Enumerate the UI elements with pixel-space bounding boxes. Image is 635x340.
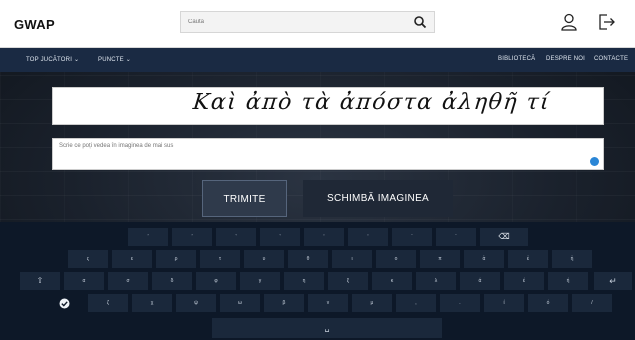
logout-icon[interactable] xyxy=(595,11,617,33)
key[interactable]: / xyxy=(572,294,612,312)
captcha-text: Καὶ ἀπὸ τὰ ἀπόστα ἀληθῆ τί xyxy=(191,90,552,115)
search-input[interactable] xyxy=(181,12,406,32)
nav-library[interactable]: BIBLIOTECĂ xyxy=(498,56,535,62)
key[interactable]: κ xyxy=(372,272,412,290)
nav-contacts[interactable]: CONTACTE xyxy=(594,56,628,62)
captcha-image: Καὶ ἀπὸ τὰ ἀπόστα ἀληθῆ τί xyxy=(52,87,604,125)
answer-box xyxy=(52,138,604,170)
site-logo[interactable]: GWAP xyxy=(14,17,55,32)
key[interactable]: έ xyxy=(504,272,544,290)
key[interactable]: β xyxy=(264,294,304,312)
key[interactable]: ε xyxy=(112,250,152,268)
shift-key[interactable]: ⇧ xyxy=(20,272,60,290)
key[interactable]: θ xyxy=(288,250,328,268)
key[interactable]: ο xyxy=(376,250,416,268)
site-header: GWAP xyxy=(0,0,635,48)
key[interactable]: υ xyxy=(244,250,284,268)
nav-about[interactable]: DESPRE NOI xyxy=(546,56,585,62)
key[interactable]: ᾿ xyxy=(392,228,432,246)
assistant-key[interactable] xyxy=(44,294,84,312)
submit-button[interactable]: TRIMITE xyxy=(202,180,287,217)
key[interactable]: ό xyxy=(528,294,568,312)
key[interactable]: , xyxy=(396,294,436,312)
key[interactable]: ʽ xyxy=(216,228,256,246)
user-icon[interactable] xyxy=(558,11,580,33)
key[interactable]: π xyxy=(420,250,460,268)
answer-input[interactable] xyxy=(53,139,588,169)
key[interactable]: ω xyxy=(220,294,260,312)
key[interactable]: ἠ xyxy=(552,250,592,268)
key[interactable]: ρ xyxy=(156,250,196,268)
backspace-key[interactable]: ⌫ xyxy=(480,228,528,246)
key[interactable]: γ xyxy=(240,272,280,290)
change-image-button[interactable]: SCHIMBĂ IMAGINEA xyxy=(303,180,453,217)
key[interactable]: δ xyxy=(152,272,192,290)
space-key[interactable]: ␣ xyxy=(212,318,442,338)
key[interactable]: ά xyxy=(460,272,500,290)
search-bar xyxy=(180,11,435,33)
key[interactable]: σ xyxy=(108,272,148,290)
key[interactable]: μ xyxy=(352,294,392,312)
assistant-badge-icon xyxy=(590,157,599,166)
enter-key[interactable]: ↵ xyxy=(594,272,632,290)
key[interactable]: ν xyxy=(308,294,348,312)
key[interactable]: ι xyxy=(332,250,372,268)
check-circle-icon xyxy=(59,298,69,308)
key[interactable]: ἐ xyxy=(508,250,548,268)
key[interactable]: ʹ xyxy=(348,228,388,246)
key[interactable]: ʼ xyxy=(172,228,212,246)
key[interactable]: α xyxy=(64,272,104,290)
key[interactable]: ζ xyxy=(88,294,128,312)
key[interactable]: ή xyxy=(548,272,588,290)
main-nav: TOP JUCĂTORI ⌄ PUNCTE ⌄ BIBLIOTECĂ DESPR… xyxy=(0,48,635,72)
nav-top-players[interactable]: TOP JUCĂTORI ⌄ xyxy=(26,56,79,63)
key[interactable]: ψ xyxy=(176,294,216,312)
key[interactable]: ʽ xyxy=(260,228,300,246)
key[interactable]: ʹ xyxy=(304,228,344,246)
key[interactable]: ς xyxy=(68,250,108,268)
key[interactable]: λ xyxy=(416,272,456,290)
nav-points[interactable]: PUNCTE ⌄ xyxy=(98,56,131,63)
key[interactable]: ᾿ xyxy=(436,228,476,246)
key[interactable]: χ xyxy=(132,294,172,312)
search-icon[interactable] xyxy=(413,15,427,29)
key[interactable]: ξ xyxy=(328,272,368,290)
key[interactable]: η xyxy=(284,272,324,290)
key[interactable]: τ xyxy=(200,250,240,268)
key[interactable]: . xyxy=(440,294,480,312)
key[interactable]: ʼ xyxy=(128,228,168,246)
virtual-keyboard: ʼ ʼ ʽ ʽ ʹ ʹ ᾿ ᾿ ⌫ ς ε ρ τ υ θ ι ο π ἀ ἐ … xyxy=(0,222,635,340)
key[interactable]: ἀ xyxy=(464,250,504,268)
key[interactable]: φ xyxy=(196,272,236,290)
key[interactable]: ί xyxy=(484,294,524,312)
